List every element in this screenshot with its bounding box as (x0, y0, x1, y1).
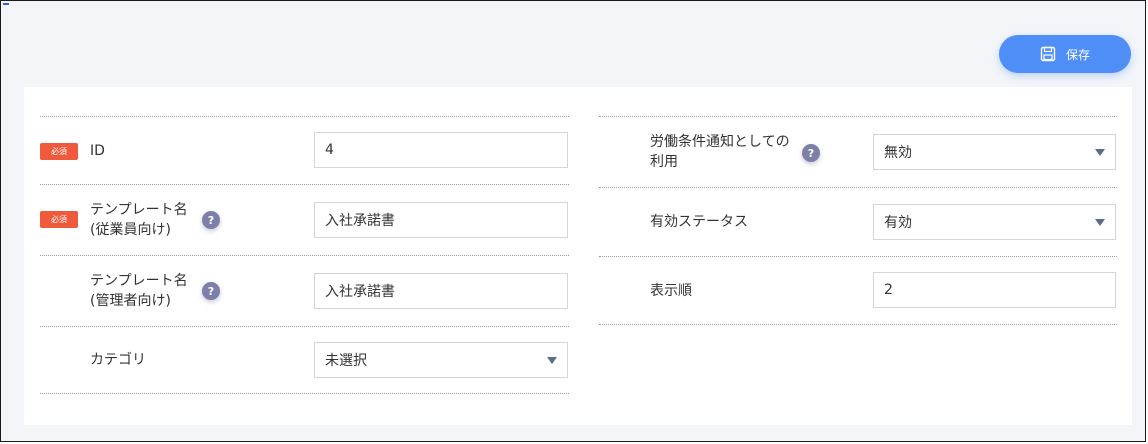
select-value: 未選択 (325, 353, 367, 369)
left-column: 必須 ID 必須 テンプレート名 (従業員向け) ? テンプレート名 (管理者向… (40, 87, 569, 425)
form-window: 保存 必須 ID 必須 テンプレート名 (従業員向け) ? (0, 0, 1146, 442)
divider (40, 326, 569, 327)
category-select[interactable]: 未選択 (314, 342, 568, 378)
field-label: 有効ステータス (650, 214, 748, 230)
divider (40, 184, 569, 185)
active-status-select[interactable]: 有効 (873, 204, 1116, 240)
divider (599, 324, 1117, 325)
save-button-label: 保存 (1065, 47, 1090, 62)
corner-mark (3, 3, 9, 5)
form-card: 必須 ID 必須 テンプレート名 (従業員向け) ? テンプレート名 (管理者向… (24, 87, 1132, 425)
labor-condition-usage-select[interactable]: 無効 (873, 134, 1116, 170)
help-icon[interactable]: ? (202, 211, 220, 229)
select-value: 無効 (884, 145, 912, 161)
divider (599, 187, 1117, 188)
field-label-line2: (管理者向け) (90, 293, 171, 309)
divider (40, 393, 569, 394)
dropdown-arrow-icon (1095, 149, 1105, 156)
divider (599, 116, 1117, 117)
help-icon[interactable]: ? (802, 144, 820, 162)
field-label-line1: テンプレート名 (90, 202, 188, 218)
template-name-admin-input[interactable] (314, 273, 568, 309)
right-column: 労働条件通知としての 利用 ? 無効 有効ステータス 有効 表示順 2 (599, 87, 1117, 425)
dropdown-arrow-icon (547, 357, 557, 364)
field-label: カテゴリ (90, 352, 146, 368)
field-label-line2: (従業員向け) (90, 222, 171, 238)
divider (599, 256, 1117, 257)
field-label: 表示順 (650, 283, 692, 299)
required-badge: 必須 (40, 143, 78, 160)
template-name-employee-input[interactable] (314, 202, 568, 238)
display-order-input[interactable] (873, 272, 1116, 308)
field-label: ID (90, 143, 105, 159)
floppy-disk-icon (1040, 46, 1056, 62)
id-input[interactable] (314, 132, 568, 168)
select-value: 有効 (884, 215, 912, 231)
field-label-line1: テンプレート名 (90, 273, 188, 289)
field-label-line1: 労働条件通知としての (650, 134, 790, 150)
dropdown-arrow-icon (1095, 219, 1105, 226)
field-label-line2: 利用 (650, 154, 678, 170)
required-badge: 必須 (40, 211, 78, 228)
help-icon[interactable]: ? (202, 282, 220, 300)
save-button[interactable]: 保存 (999, 35, 1131, 73)
divider (40, 116, 569, 117)
divider (40, 255, 569, 256)
